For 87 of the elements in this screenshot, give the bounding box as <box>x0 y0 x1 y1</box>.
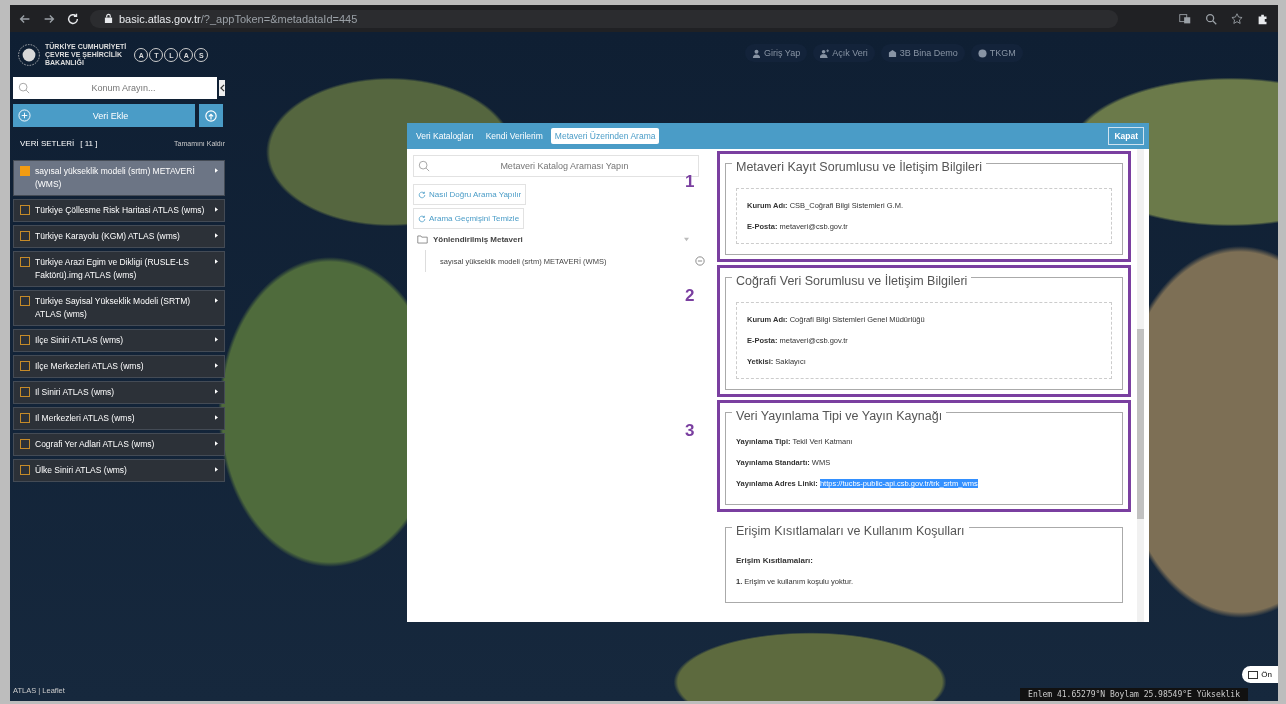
url-path: /?_appToken=&metadataId=445 <box>200 12 358 25</box>
dataset-label: Ilçe Siniri ATLAS (wms) <box>35 334 125 347</box>
map-button[interactable]: Giriş Yap <box>745 44 808 62</box>
refresh-icon <box>418 214 426 223</box>
dataset-label: Türkiye Çöllesme Risk Haritasi ATLAS (wms) <box>35 204 206 217</box>
datasets-title: VERİ SETLERİ <box>20 139 75 148</box>
dataset-label: Ülke Siniri ATLAS (wms) <box>35 464 128 477</box>
section-title: Erişim Kısıtlamaları ve Kullanım Koşulları <box>732 524 969 538</box>
folder-icon <box>417 235 428 244</box>
section-title: Veri Yayınlama Tipi ve Yayın Kaynağı <box>732 409 947 423</box>
search-icon <box>18 82 30 94</box>
refresh-icon <box>418 190 426 199</box>
caret-right-icon <box>215 467 218 472</box>
collapse-tab[interactable] <box>219 80 225 96</box>
checkbox[interactable] <box>20 296 30 306</box>
dataset-item[interactable]: Ilçe Merkezleri ATLAS (wms) <box>13 355 225 378</box>
section-title: Metaveri Kayıt Sorumlusu ve İletişim Bilgileri <box>732 160 986 174</box>
scrollbar[interactable] <box>1137 149 1144 622</box>
checkbox[interactable] <box>20 413 30 423</box>
dataset-item[interactable]: Ülke Siniri ATLAS (wms) <box>13 459 225 482</box>
dataset-item[interactable]: Ilçe Siniri ATLAS (wms) <box>13 329 225 352</box>
checkbox[interactable] <box>20 387 30 397</box>
star-icon[interactable] <box>1230 11 1244 26</box>
dataset-item[interactable]: Il Siniri ATLAS (wms) <box>13 381 225 404</box>
caret-right-icon <box>215 233 218 238</box>
caret-right-icon <box>215 389 218 394</box>
section-title: Coğrafi Veri Sorumlusu ve İletişim Bilgileri <box>732 274 972 288</box>
callout-number: 3 <box>685 421 695 441</box>
dataset-item[interactable]: Türkiye Karayolu (KGM) ATLAS (wms) <box>13 225 225 248</box>
checkbox[interactable] <box>20 231 30 241</box>
location-search-field[interactable]: Konum Arayın... <box>13 77 218 99</box>
dataset-item[interactable]: Il Merkezleri ATLAS (wms) <box>13 407 225 430</box>
upload-icon <box>205 108 217 123</box>
upload-button[interactable] <box>199 104 223 127</box>
dataset-label: Il Merkezleri ATLAS (wms) <box>35 412 136 425</box>
map-button[interactable]: Açık Veri <box>813 44 875 62</box>
dataset-item[interactable]: Türkiye Arazi Egim ve Dikligi (RUSLE-LS Faktörü).img ATLAS (wms) <box>13 251 225 287</box>
dataset-label: Cografi Yer Adlari ATLAS (wms) <box>35 438 156 451</box>
caret-right-icon <box>215 298 218 303</box>
preview-button[interactable]: Ön <box>1242 666 1278 683</box>
dataset-label: Türkiye Arazi Egim ve Dikligi (RUSLE-LS Faktörü).img ATLAS (wms) <box>35 256 190 282</box>
checkbox[interactable] <box>20 465 30 475</box>
search-icon <box>418 160 430 172</box>
checkbox[interactable] <box>20 439 30 449</box>
folder-row[interactable]: Yönlendirilmiş Metaveri <box>413 232 699 247</box>
checkbox[interactable] <box>20 166 30 176</box>
caret-right-icon <box>215 207 218 212</box>
dataset-item[interactable]: Türkiye Sayisal Yükseklik Modeli (SRTM) ATLAS (wms) <box>13 290 225 326</box>
caret-right-icon <box>215 259 218 264</box>
reload-icon[interactable] <box>66 11 80 26</box>
dataset-item[interactable]: sayısal yükseklik modeli (srtm) METAVERİ (WMS) <box>13 160 225 196</box>
emblem-icon <box>17 43 41 67</box>
image-icon <box>1248 670 1259 679</box>
search-icon[interactable] <box>1204 11 1218 26</box>
dataset-label: Il Siniri ATLAS (wms) <box>35 386 116 399</box>
translate-icon[interactable] <box>1178 11 1192 26</box>
caret-down-icon <box>684 237 689 242</box>
chevron-left-icon <box>219 84 225 92</box>
plus-circle-icon <box>18 109 31 122</box>
datasets-count: [ 11 ] <box>80 139 98 148</box>
dataset-label: Türkiye Karayolu (KGM) ATLAS (wms) <box>35 230 181 243</box>
building-icon <box>887 48 897 58</box>
user-plus-icon <box>820 48 830 58</box>
map-button[interactable]: TKGM <box>970 44 1023 62</box>
map-button[interactable]: 3B Bina Demo <box>880 44 965 62</box>
caret-right-icon <box>215 337 218 342</box>
caret-right-icon <box>215 168 218 173</box>
caret-right-icon <box>215 415 218 420</box>
lock-icon <box>104 13 113 24</box>
user-icon <box>752 48 761 58</box>
dataset-item[interactable]: Cografi Yer Adlari ATLAS (wms) <box>13 433 225 456</box>
coordinates-bar: Enlem 41.65279°N Boylam 25.98549°E Yükseklik <box>1020 688 1248 701</box>
callout-number: 2 <box>685 286 695 306</box>
caret-right-icon <box>215 363 218 368</box>
address-bar[interactable]: basic.atlas.gov.tr/?_appToken=&metadataId=445 <box>90 9 1118 28</box>
dataset-label: Ilçe Merkezleri ATLAS (wms) <box>35 360 145 373</box>
checkbox[interactable] <box>20 257 30 267</box>
folder-label: Yönlendirilmiş Metaveri <box>433 235 523 244</box>
dataset-label: sayısal yükseklik modeli (srtm) METAVERİ (WMS) <box>35 165 196 191</box>
checkbox[interactable] <box>20 205 30 215</box>
url-host: basic.atlas.gov.tr <box>119 12 201 25</box>
dataset-label: Türkiye Sayisal Yükseklik Modeli (SRTM) ATLAS (wms) <box>35 295 192 321</box>
dataset-item[interactable]: Türkiye Çöllesme Risk Haritasi ATLAS (wms) <box>13 199 225 222</box>
checkbox[interactable] <box>20 361 30 371</box>
subheading: Erişim Kısıtlamaları: <box>736 556 814 565</box>
caret-right-icon <box>215 441 218 446</box>
checkbox[interactable] <box>20 335 30 345</box>
